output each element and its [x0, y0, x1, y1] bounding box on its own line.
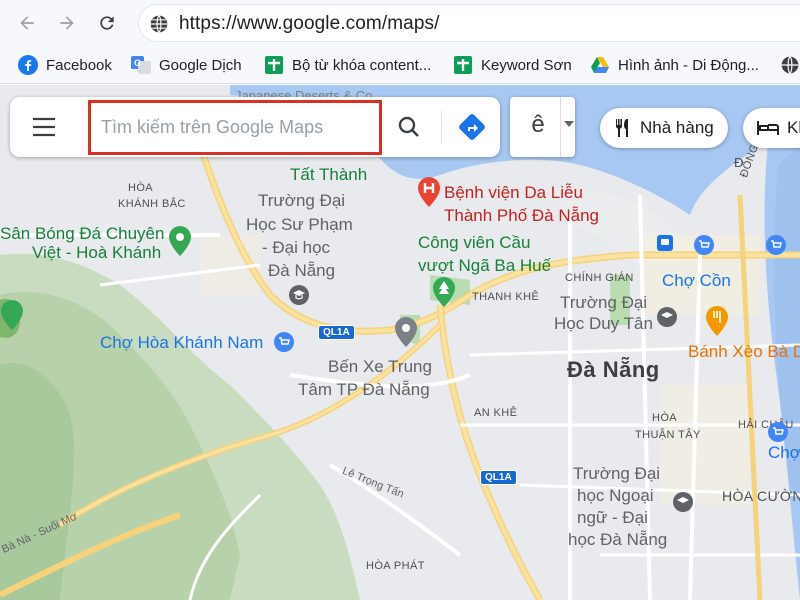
route-shield: QL1A: [318, 325, 355, 340]
browser-toolbar: https://www.google.com/maps/: [0, 0, 800, 46]
map-canvas[interactable]: Japanese Deserts & Co... Tất Thành HÒA K…: [0, 85, 800, 600]
google-sheets-icon: [265, 56, 283, 74]
park-pin-icon[interactable]: [432, 277, 456, 307]
address-bar[interactable]: https://www.google.com/maps/: [138, 4, 800, 42]
search-button[interactable]: [382, 107, 436, 147]
chip-hotels[interactable]: Kh: [743, 108, 800, 148]
district-label: Đ: [734, 155, 744, 170]
bus-station-pin-icon[interactable]: [394, 317, 418, 347]
map-label[interactable]: Việt - Hoà Khánh: [32, 243, 161, 263]
google-translate-icon: G: [131, 56, 151, 74]
map-label[interactable]: vượt Ngã Ba Huế: [418, 256, 551, 276]
district-label: THANH KHÊ: [472, 291, 540, 303]
school-icon[interactable]: [657, 307, 677, 327]
shopping-cart-icon[interactable]: [274, 332, 294, 352]
google-sheets-icon: [454, 56, 472, 74]
district-label: AN KHÊ: [474, 407, 518, 419]
chip-restaurants[interactable]: Nhà hàng: [600, 108, 728, 148]
url-text: https://www.google.com/maps/: [179, 13, 440, 34]
menu-icon[interactable]: [32, 117, 56, 137]
globe-icon: [150, 15, 168, 33]
district-label: HÒA: [128, 182, 154, 194]
park-pin-icon[interactable]: [0, 300, 24, 330]
map-label[interactable]: Trường Đại: [258, 191, 345, 211]
search-icon: [398, 116, 419, 137]
arrow-right-icon: [60, 16, 74, 30]
district-label: HÒA: [652, 412, 678, 424]
district-label: HÒA CƯỜN: [722, 488, 800, 504]
school-icon[interactable]: [289, 285, 309, 305]
bookmark-keyword-son[interactable]: Keyword Sơn: [453, 54, 572, 76]
facebook-icon: [18, 55, 38, 75]
shopping-cart-icon[interactable]: [768, 422, 788, 442]
hotel-icon: [757, 121, 779, 135]
directions-button[interactable]: [450, 107, 494, 147]
map-label[interactable]: học Ngoại: [577, 486, 654, 506]
district-label: CHÍNH GIÁN: [565, 272, 634, 284]
bookmarks-bar: Facebook G Google Dịch Bộ từ khóa conten…: [0, 46, 800, 84]
bookmark-hinh-anh[interactable]: Hình ảnh - Di Động...: [590, 54, 759, 76]
search-box: [10, 97, 500, 157]
globe-icon[interactable]: [780, 55, 800, 75]
route-shield: QL1A: [480, 470, 517, 485]
map-label[interactable]: Đà Nẵng: [268, 261, 335, 281]
city-label: Đà Nẵng: [567, 357, 660, 382]
google-drive-icon: [591, 57, 609, 73]
map-label[interactable]: học Đà Nẵng: [568, 530, 667, 550]
map-label[interactable]: Chợ Cồn: [662, 271, 731, 291]
back-button[interactable]: [14, 10, 40, 36]
hospital-pin-icon[interactable]: [417, 177, 441, 207]
map-label[interactable]: Thành Phố Đà Nẵng: [444, 206, 599, 226]
map-label[interactable]: Sân Bóng Đá Chuyên: [0, 224, 164, 244]
restaurant-icon: [616, 119, 628, 137]
bookmark-google-dich[interactable]: G Google Dịch: [131, 54, 242, 76]
shopping-cart-icon[interactable]: [694, 235, 714, 255]
school-icon[interactable]: [673, 492, 693, 512]
map-label[interactable]: Tâm TP Đà Nẵng: [298, 380, 430, 400]
bookmark-facebook[interactable]: Facebook: [18, 54, 112, 76]
svg-text:G: G: [134, 58, 141, 68]
reload-icon: [100, 16, 114, 30]
district-label: THUẬN TÂY: [635, 429, 701, 441]
divider: [441, 111, 442, 143]
park-pin-icon[interactable]: [168, 226, 192, 256]
directions-icon: [459, 114, 485, 140]
map-label[interactable]: ngữ - Đại: [577, 508, 648, 528]
map-label[interactable]: Bệnh viện Da Liễu: [444, 183, 583, 203]
input-tool-char: ê: [531, 111, 545, 138]
arrow-left-icon: [20, 16, 34, 30]
reload-button[interactable]: [94, 10, 120, 36]
train-icon[interactable]: [657, 235, 673, 251]
map-label[interactable]: Công viên Cầu: [418, 233, 530, 253]
map-label[interactable]: - Đại học: [262, 238, 330, 258]
map-label[interactable]: Bến Xe Trung: [328, 357, 432, 377]
map-label[interactable]: Trường Đại: [560, 293, 647, 313]
restaurant-pin-icon[interactable]: [705, 306, 729, 336]
map-label[interactable]: Bánh Xèo Bà D: [688, 342, 800, 362]
caret-down-icon[interactable]: [564, 121, 574, 127]
input-tools-button[interactable]: ê: [510, 97, 575, 157]
divider: [560, 97, 561, 157]
map-label[interactable]: Học Sư Phạm: [246, 215, 353, 235]
district-label: HÒA PHÁT: [366, 560, 425, 572]
map-label[interactable]: Chợ Hòa Khánh Nam: [100, 333, 263, 353]
map-label[interactable]: Tất Thành: [290, 165, 367, 185]
district-label: KHÁNH BẮC: [118, 198, 186, 210]
map-label[interactable]: Học Duy Tân: [554, 314, 653, 334]
shopping-cart-icon[interactable]: [766, 235, 786, 255]
bookmark-bo-tu-khoa[interactable]: Bộ từ khóa content...: [264, 54, 431, 76]
map-label[interactable]: Chợ: [768, 443, 800, 463]
search-input[interactable]: [88, 100, 382, 155]
map-label[interactable]: Trường Đại: [573, 464, 660, 484]
forward-button[interactable]: [54, 10, 80, 36]
